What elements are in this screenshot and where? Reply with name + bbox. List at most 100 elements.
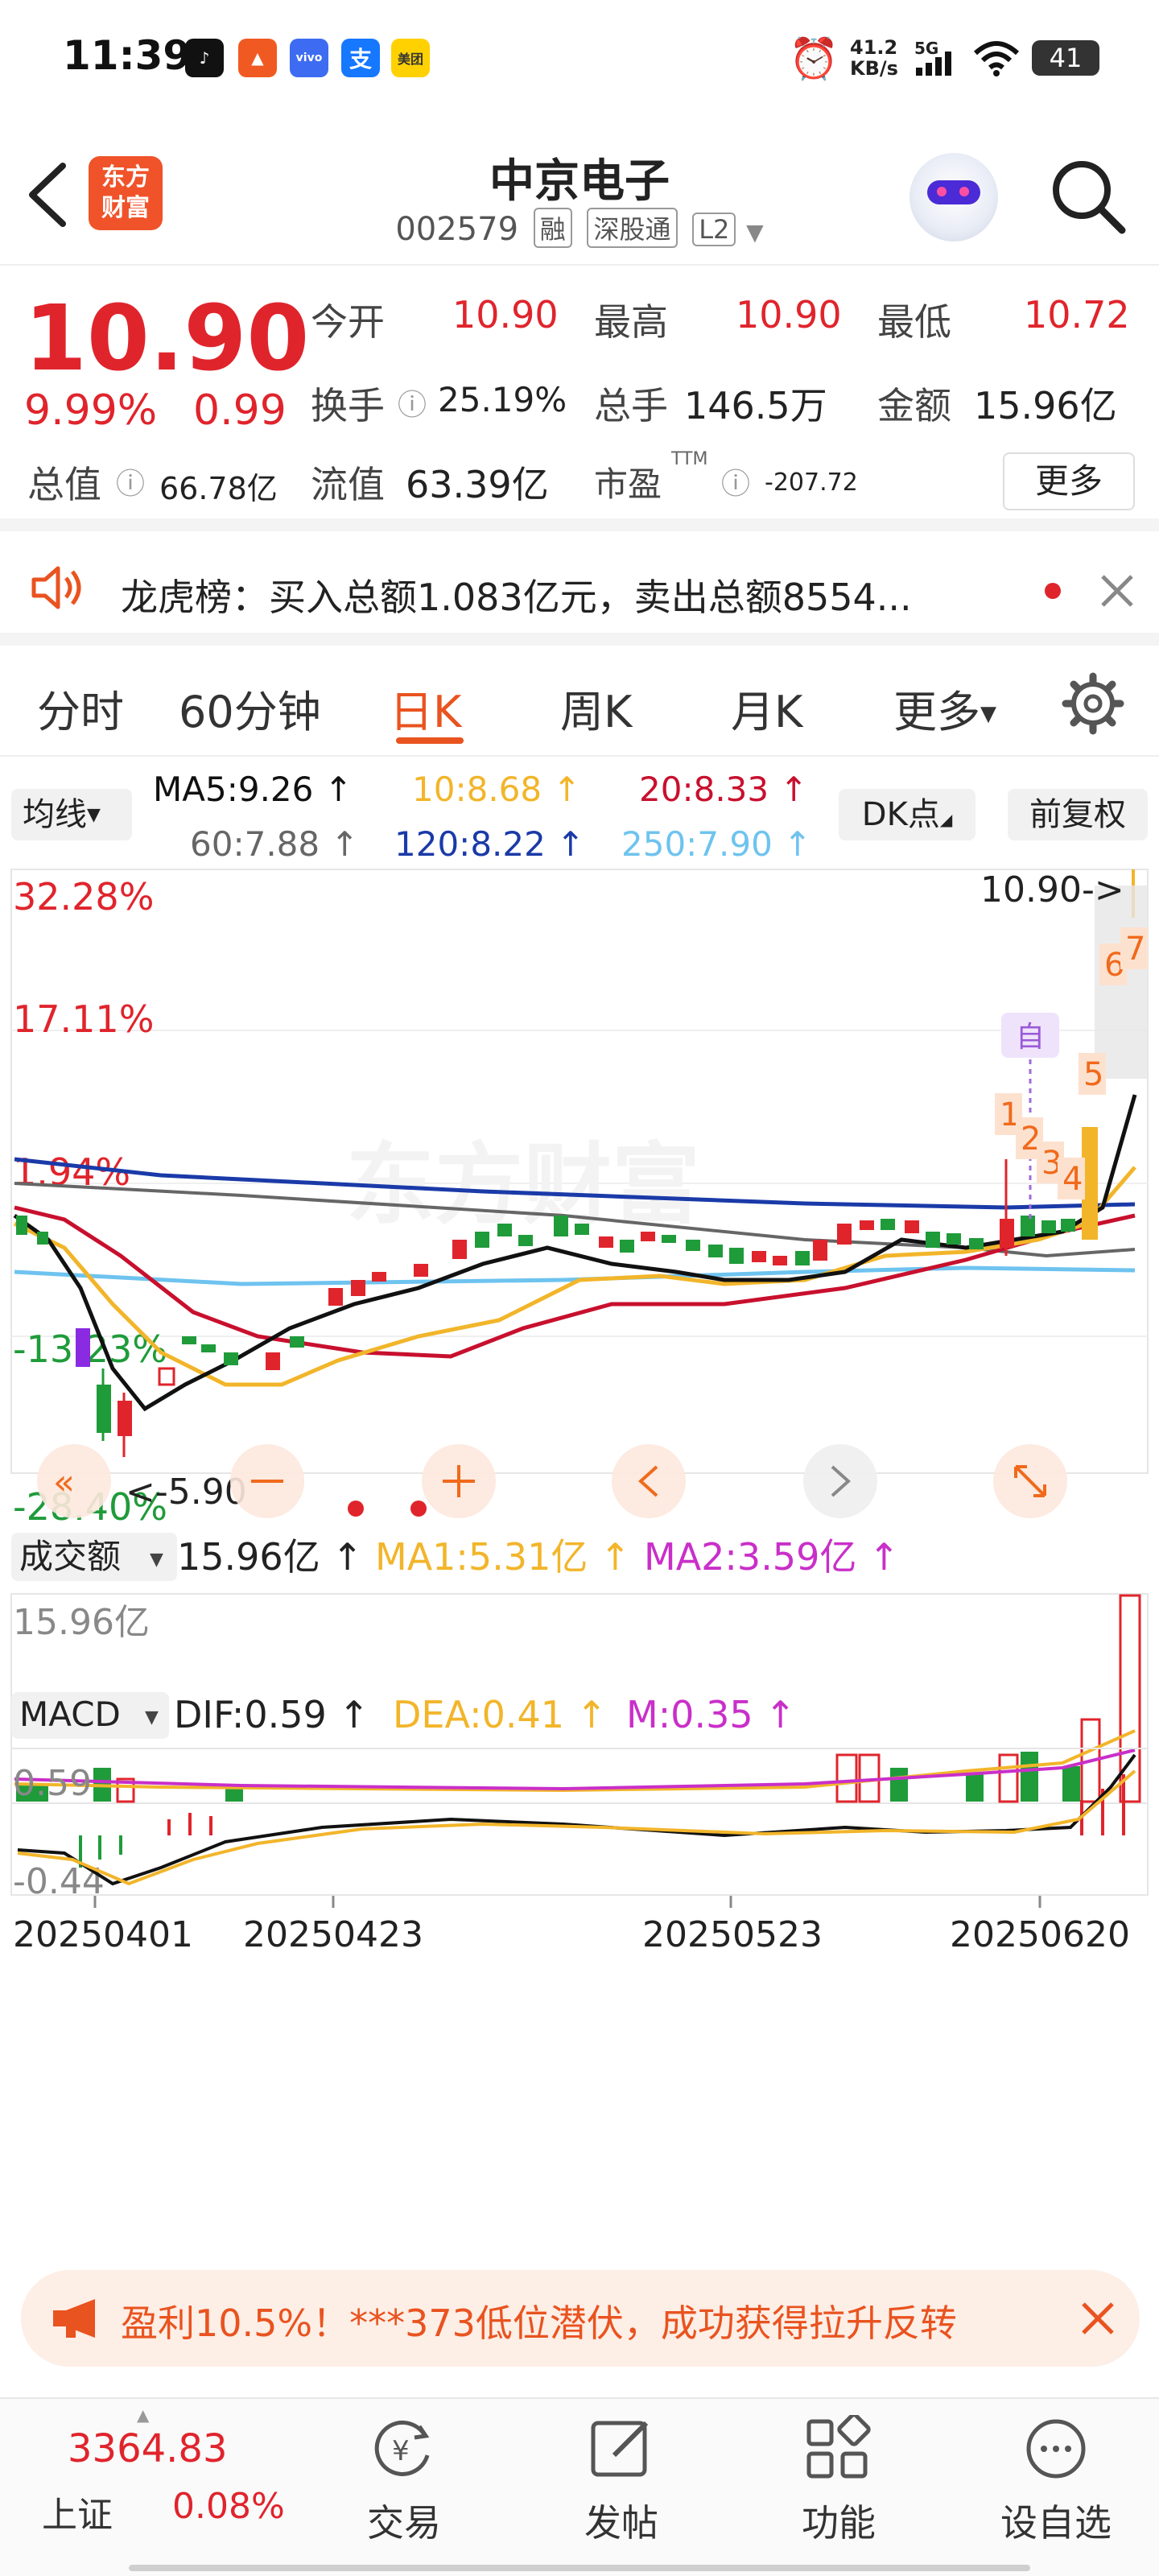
index-change[interactable]: 0.08% [172,2486,285,2527]
x-label-1: 20250401 [13,1914,193,1955]
close-icon[interactable] [1099,573,1135,609]
volume-label: 总手 [594,384,668,427]
signal-label-7: 7 [1125,931,1145,968]
pe-sup: TTM [671,449,708,469]
volume-selector: 成交额 [19,1537,121,1576]
left-arrow-icon [612,1444,686,1518]
self-select-badge: 自 [1016,1021,1045,1054]
unread-dot [1045,583,1061,599]
low-label: 最低 [877,300,951,344]
chevron-down-icon[interactable]: ▼ [746,219,764,246]
caret-down-icon: ▼ [980,702,996,726]
amount-label: 金额 [877,384,951,427]
robot-avatar-icon[interactable] [909,153,998,242]
change-amount: 0.99 [193,386,287,435]
pe-value: -207.72 [765,469,858,497]
float-value: 63.39亿 [406,463,549,506]
volume-max-label: 15.96亿 [13,1602,150,1643]
purple-candle [76,1328,90,1367]
promo-text: 盈利10.5%！***373低位潜伏，成功获得拉升反转 [121,2301,957,2345]
status-time: 11:39 [63,32,192,79]
low-value: 10.72 [1024,293,1130,336]
megaphone-icon [53,2299,95,2338]
amount-value: 15.96亿 [974,384,1117,427]
volume-value: 146.5万 [684,384,827,427]
nav-add-watchlist[interactable]: 设自选 [984,2415,1128,2547]
close-icon[interactable] [1080,2301,1116,2336]
notice-bar[interactable]: 龙虎榜：买入总额1.083亿元，卖出总额8554... [0,533,1159,646]
x-label-4: 20250620 [950,1914,1130,1955]
tab-60min[interactable]: 60分钟 [179,676,321,740]
open-value: 10.90 [452,293,559,336]
tab-monthly[interactable]: 月K [731,676,802,740]
tab-daily[interactable]: 日K [390,676,461,740]
pe-label: 市盈 [594,464,662,504]
home-indicator [129,2565,1030,2571]
nav-functions[interactable]: 功能 [766,2413,911,2547]
turnover-value: 25.19% [438,380,567,419]
info-icon[interactable]: ⓘ [721,460,750,502]
tag-l2: L2 [692,213,736,246]
battery-icon: 41 [1032,40,1099,76]
search-icon[interactable] [1048,156,1128,237]
volume-ma1: MA1:5.31亿 ↑ [375,1535,631,1579]
more-button[interactable]: 更多 [1003,452,1135,510]
change-pct: 9.99% [24,386,158,435]
more-dots-icon [1026,2419,1086,2479]
kline-chart[interactable]: 东方财富 32.28% 17.11% 1.94% -13.23% -28.40% [0,757,1159,2222]
info-icon[interactable]: ⓘ [398,382,427,423]
x-label-2: 20250423 [243,1914,423,1955]
alipay-icon: 支 [341,39,380,77]
x-axis-ticks [93,1896,1041,1908]
caret-up-icon: ▲ [137,2405,150,2425]
turnover-label: 换手 [311,384,385,427]
tag-connect: 深股通 [587,208,678,248]
svg-text:«: « [53,1462,75,1503]
post-icon [591,2421,649,2477]
macd-m: M:0.35 ↑ [626,1693,796,1736]
svg-text:▼: ▼ [150,1550,163,1570]
watermark: 东方财富 [346,1133,700,1236]
bottom-nav: ▲ 3364.83 上证 0.08% ¥ 交易 发帖 功能 设自选 [0,2397,1159,2576]
app-orange-icon: ▲ [238,39,277,77]
high-label: 最高 [594,300,668,344]
vivo-icon: vivo [290,39,328,77]
promo-banner[interactable]: 盈利10.5%！***373低位潜伏，成功获得拉升反转 [21,2270,1140,2367]
volume-value: 15.96亿 ↑ [177,1535,363,1579]
mktcap-label: 总值 [27,463,101,506]
signal-label-4: 4 [1062,1161,1083,1198]
period-tabs: 分时 60分钟 日K 周K 月K 更多▼ [0,644,1159,757]
notice-text: 龙虎榜：买入总额1.083亿元，卖出总额8554... [121,576,912,619]
meituan-icon: 美团 [391,39,430,77]
float-label: 流值 [311,463,385,506]
wifi-icon [973,41,1020,76]
index-value[interactable]: 3364.83 [68,2426,228,2471]
status-bar: 11:39 ♪ ▲ vivo 支 美团 ⏰ 41.2 KB/s 5G 41 [0,0,1159,121]
speaker-icon [31,566,81,609]
settings-icon[interactable] [1061,671,1125,736]
last-price-tag: 10.90-> [980,869,1124,910]
quote-panel: 10.90 9.99% 0.99 今开 10.90 最高 10.90 最低 10… [0,266,1159,531]
tag-margin: 融 [533,208,572,248]
high-value: 10.90 [736,293,842,336]
macd-dea: DEA:0.41 ↑ [393,1693,607,1736]
low-price-tag: <-5.90 [126,1472,247,1513]
trade-icon: ¥ [374,2420,430,2476]
macd-dif: DIF:0.59 ↑ [174,1693,369,1736]
grid-icon [806,2413,871,2479]
active-tab-indicator [396,737,464,744]
tab-more[interactable]: 更多▼ [893,676,996,740]
nav-trade[interactable]: ¥ 交易 [332,2415,476,2547]
stock-header: 东方 财富 中京电子 002579 融 深股通 L2 ▼ [0,121,1159,266]
index-name[interactable]: 上证 [42,2486,113,2537]
alarm-icon: ⏰ [789,35,839,82]
tab-weekly[interactable]: 周K [560,676,632,740]
nav-post[interactable]: 发帖 [549,2415,694,2547]
net-speed: 41.2 KB/s [850,36,898,80]
tiktok-icon: ♪ [185,39,224,77]
macd-selector: MACD [19,1695,121,1734]
volume-ma2: MA2:3.59亿 ↑ [644,1535,900,1579]
open-label: 今开 [311,300,385,344]
info-icon[interactable]: ⓘ [116,460,145,502]
tab-intraday[interactable]: 分时 [37,676,124,740]
